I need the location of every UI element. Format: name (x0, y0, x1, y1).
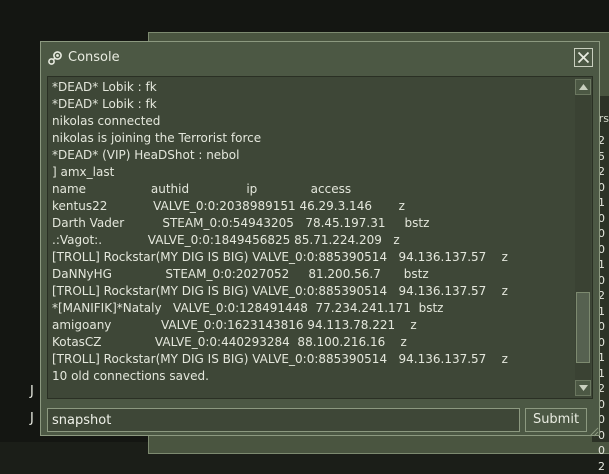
log-line: ] amx_last (52, 164, 572, 181)
background-digit: 2 (598, 459, 609, 474)
log-line: [TROLL] Rockstar(MY DIG IS BIG) VALVE_0:… (52, 351, 572, 368)
console-log: *DEAD* Lobik : fk*DEAD* Lobik : fknikola… (52, 79, 572, 385)
scroll-track[interactable] (575, 95, 591, 380)
arrow-up-icon (579, 84, 588, 90)
console-window: Console *DEAD* Lobik : fk*DEAD* Lobik : … (40, 41, 600, 436)
log-line: nikolas connected (52, 113, 572, 130)
log-line: [TROLL] Rockstar(MY DIG IS BIG) VALVE_0:… (52, 249, 572, 266)
scroll-up-button[interactable] (575, 79, 591, 95)
log-line: DaNNyHG STEAM_0:0:2027052 81.200.56.7 bs… (52, 266, 572, 283)
resize-grip-icon[interactable] (587, 422, 599, 434)
log-line: amigoany VALVE_0:0:1623143816 94.113.78.… (52, 317, 572, 334)
log-line: [TROLL] Rockstar(MY DIG IS BIG) VALVE_0:… (52, 283, 572, 300)
log-line: 10 old connections saved. (52, 368, 572, 385)
background-digit: 0 (598, 443, 609, 459)
log-line: Darth Vader STEAM_0:0:54943205 78.45.197… (52, 215, 572, 232)
log-line: .:Vagot:. VALVE_0:0:1849456825 85.71.224… (52, 232, 572, 249)
scroll-thumb[interactable] (576, 292, 590, 363)
scroll-down-button[interactable] (575, 380, 591, 396)
log-scrollbar[interactable] (575, 79, 591, 396)
log-line: nikolas is joining the Terrorist force (52, 130, 572, 147)
log-line: *DEAD* Lobik : fk (52, 79, 572, 96)
log-line: KotasCZ VALVE_0:0:440293284 88.100.216.1… (52, 334, 572, 351)
console-titlebar[interactable]: Console (41, 42, 599, 74)
submit-button[interactable]: Submit (525, 408, 587, 432)
log-line: *[MANIFIK]*Nataly VALVE_0:0:128491448 77… (52, 300, 572, 317)
log-line: *DEAD* Lobik : fk (52, 96, 572, 113)
console-log-panel[interactable]: *DEAD* Lobik : fk*DEAD* Lobik : fknikola… (47, 76, 593, 399)
close-icon (577, 51, 590, 64)
close-button[interactable] (574, 48, 593, 67)
command-input[interactable] (47, 408, 520, 432)
log-line: *DEAD* (VIP) HeaDShot : nebol (52, 147, 572, 164)
background-text-fragment: J (30, 384, 34, 399)
console-title: Console (68, 50, 120, 65)
steam-icon (47, 50, 63, 66)
arrow-down-icon (579, 385, 588, 391)
log-line: name authid ip access (52, 181, 572, 198)
background-text-fragment: J (30, 411, 34, 426)
log-line: kentus22 VALVE_0:0:2038989151 46.29.3.14… (52, 198, 572, 215)
